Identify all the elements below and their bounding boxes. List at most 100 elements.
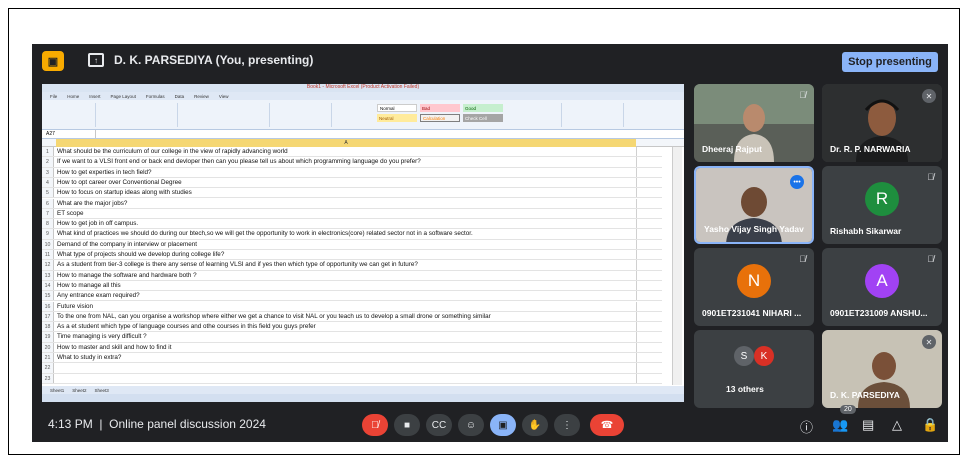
cell[interactable]: As a student from tier-3 college is ther… <box>57 260 637 270</box>
row-number[interactable]: 15 <box>42 291 54 301</box>
excel-tab[interactable]: Data <box>175 94 185 99</box>
row-number[interactable]: 22 <box>42 363 54 373</box>
info-icon[interactable]: ⓘ <box>800 417 813 436</box>
cell[interactable]: Time managing is very difficult ? <box>57 332 637 342</box>
participant-tile[interactable]: 🎙̸ R Rishabh Sikarwar <box>822 166 942 244</box>
row-number[interactable]: 4 <box>42 177 54 188</box>
row-number[interactable]: 7 <box>42 208 54 219</box>
row-number[interactable]: 13 <box>42 270 54 280</box>
participant-tile[interactable]: ✕ Dr. R. P. NARWARIA <box>822 84 942 162</box>
row-number[interactable]: 10 <box>42 239 54 249</box>
row-number[interactable]: 11 <box>42 250 54 260</box>
activities-icon[interactable]: △ <box>892 417 902 433</box>
cell[interactable]: What should be the curriculum of our col… <box>57 147 637 157</box>
excel-tab[interactable]: File <box>50 94 57 99</box>
cell[interactable]: ET scope <box>57 208 637 219</box>
row-number[interactable]: 6 <box>42 198 54 208</box>
row-number[interactable]: 5 <box>42 188 54 198</box>
style-normal[interactable]: Normal <box>377 104 417 112</box>
name-box[interactable]: A27 <box>42 130 96 138</box>
row-number[interactable]: 9 <box>42 229 54 239</box>
cell[interactable]: What to study in extra? <box>57 353 637 363</box>
spreadsheet-grid: 1 What should be the curriculum of our co… <box>42 147 684 385</box>
cell[interactable]: As a et student which type of language c… <box>57 322 637 332</box>
vertical-scrollbar[interactable] <box>672 147 682 385</box>
row-number[interactable]: 3 <box>42 167 54 177</box>
participant-tile-active-speaker[interactable]: ••• Yasho Vijay Singh Yadav <box>694 166 814 244</box>
row-number[interactable]: 17 <box>42 311 54 322</box>
participant-tile-self[interactable]: ✕ D. K. PARSEDIYA <box>822 330 942 408</box>
column-a-header[interactable]: A <box>56 139 636 147</box>
row-number[interactable]: 2 <box>42 157 54 167</box>
cell[interactable]: To the one from NAL, can you organise a … <box>57 311 637 322</box>
style-check-cell[interactable]: Check Cell <box>463 114 503 122</box>
excel-tab[interactable]: View <box>219 94 229 99</box>
cell[interactable]: What type of projects should we develop … <box>57 250 637 260</box>
chat-icon[interactable]: ▤ <box>862 417 874 433</box>
participant-tile[interactable]: 🎙̸ A 0901ET231009 ANSHU... <box>822 248 942 326</box>
sheet-tab[interactable]: Sheet3 <box>95 388 109 393</box>
cell[interactable]: Demand of the company in interview or pl… <box>57 239 637 249</box>
table-row: 17 To the one from NAL, can you organise … <box>42 311 662 323</box>
participant-name: D. K. PARSEDIYA <box>830 390 900 400</box>
people-icon[interactable]: 👥 <box>832 417 848 433</box>
cell[interactable]: What kind of practices we should do duri… <box>57 229 637 239</box>
more-options-icon[interactable]: ⋮ <box>554 414 580 436</box>
row-number[interactable]: 20 <box>42 342 54 352</box>
row-number[interactable]: 19 <box>42 332 54 342</box>
present-icon[interactable]: ▣ <box>490 414 516 436</box>
participant-name: 0901ET231041 NIHARI ... <box>702 308 802 318</box>
row-number[interactable]: 18 <box>42 322 54 332</box>
cell[interactable]: How to manage the software and hardware … <box>57 270 637 280</box>
sheet-tabs: Sheet1 Sheet2 Sheet3 <box>42 386 684 394</box>
table-row: 3 How to get experties in tech field? <box>42 167 662 178</box>
cell[interactable]: How to manage all this <box>57 280 637 291</box>
mic-off-icon[interactable]: 🎙̸ <box>362 414 388 436</box>
cell[interactable] <box>57 373 637 383</box>
others-tile[interactable]: S K 13 others <box>694 330 814 408</box>
cell[interactable]: Future vision <box>57 301 637 311</box>
cell[interactable]: How to master and skill and how to find … <box>57 342 637 352</box>
cell[interactable]: How to get experties in tech field? <box>57 167 637 177</box>
table-row: 10 Demand of the company in interview or … <box>42 239 662 250</box>
cell[interactable]: How to get job in off campus. <box>57 219 637 229</box>
cell[interactable] <box>57 363 637 373</box>
excel-tab[interactable]: Formulas <box>146 94 165 99</box>
emoji-icon[interactable]: ☺ <box>458 414 484 436</box>
avatar: A <box>865 264 899 298</box>
row-number[interactable]: 12 <box>42 260 54 270</box>
mic-off-icon: 🎙̸ <box>799 90 806 100</box>
row-number[interactable]: 16 <box>42 301 54 311</box>
raise-hand-icon[interactable]: ✋ <box>522 414 548 436</box>
style-calculation[interactable]: Calculation <box>420 114 460 122</box>
captions-icon[interactable]: CC <box>426 414 452 436</box>
sheet-tab[interactable]: Sheet1 <box>50 388 64 393</box>
sheet-tab[interactable]: Sheet2 <box>72 388 86 393</box>
participant-tile[interactable]: 🎙̸ Dheeraj Rajput <box>694 84 814 162</box>
clock: 4:13 PM <box>48 417 93 431</box>
style-bad[interactable]: Bad <box>420 104 460 112</box>
cell[interactable]: Any entrance exam required? <box>57 291 637 301</box>
excel-tab[interactable]: Review <box>194 94 209 99</box>
row-number[interactable]: 21 <box>42 353 54 363</box>
excel-tab[interactable]: Insert <box>89 94 100 99</box>
cell[interactable]: How to focus on startup ideas along with… <box>57 188 637 198</box>
excel-tab[interactable]: Page Layout <box>111 94 136 99</box>
style-neutral[interactable]: Neutral <box>377 114 417 122</box>
camera-icon[interactable]: ■ <box>394 414 420 436</box>
cell[interactable]: If we want to a VLSI front end or back e… <box>57 157 637 167</box>
cell[interactable]: What are the major jobs? <box>57 198 637 208</box>
end-call-icon[interactable]: ☎ <box>590 414 624 436</box>
row-number[interactable]: 23 <box>42 373 54 383</box>
row-number[interactable]: 8 <box>42 219 54 229</box>
style-good[interactable]: Good <box>463 104 503 112</box>
row-number[interactable]: 1 <box>42 147 54 157</box>
excel-tab[interactable]: Home <box>67 94 79 99</box>
stop-presenting-button[interactable]: Stop presenting <box>842 52 938 72</box>
participant-name: 0901ET231009 ANSHU... <box>830 308 928 318</box>
participant-tile[interactable]: 🎙̸ N 0901ET231041 NIHARI ... <box>694 248 814 326</box>
cell[interactable]: How to opt career over Conventional Degr… <box>57 177 637 188</box>
participant-name: Dheeraj Rajput <box>702 144 762 154</box>
host-controls-icon[interactable]: 🔒 <box>922 417 938 433</box>
row-number[interactable]: 14 <box>42 280 54 291</box>
